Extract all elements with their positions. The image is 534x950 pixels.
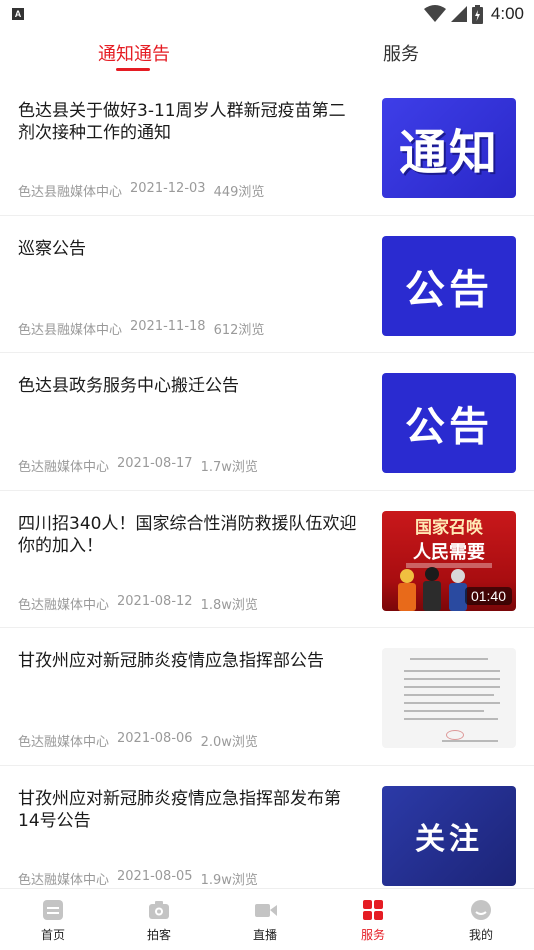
document-line <box>404 686 500 688</box>
video-icon <box>255 904 277 917</box>
news-views: 1.8w浏览 <box>200 597 258 613</box>
thumbnail-text: 关注 <box>415 821 483 857</box>
news-source: 色达融媒体中心 <box>18 735 110 750</box>
news-source: 色达县融媒体中心 <box>18 322 123 338</box>
news-source: 色达融媒体中心 <box>18 460 110 475</box>
news-item[interactable]: 色达县关于做好3-11周岁人群新冠疫苗第二剂次接种工作的通知 色达县融媒体中心 … <box>0 78 534 216</box>
news-meta: 色达融媒体中心 2021-08-06 2.0w浏览 <box>18 731 258 750</box>
notification-badge-icon: A <box>12 8 24 20</box>
news-date: 2021-08-17 <box>117 456 193 471</box>
document-line <box>404 710 484 712</box>
news-views: 1.9w浏览 <box>200 872 258 888</box>
news-meta: 色达县融媒体中心 2021-12-03 449浏览 <box>18 181 264 200</box>
news-source: 色达县融媒体中心 <box>18 185 123 200</box>
document-line <box>404 678 500 680</box>
top-tabs: 通知通告 服务 <box>0 30 534 78</box>
news-views: 612浏览 <box>213 322 265 338</box>
news-source: 色达融媒体中心 <box>18 597 110 613</box>
document-line <box>404 670 500 672</box>
news-meta: 色达县融媒体中心 2021-11-18 612浏览 <box>18 319 264 338</box>
wifi-icon <box>423 5 446 22</box>
news-source: 色达融媒体中心 <box>18 872 110 888</box>
news-meta: 色达融媒体中心 2021-08-17 1.7w浏览 <box>18 456 258 475</box>
nav-label: 我的 <box>468 928 493 942</box>
document-line <box>404 694 494 696</box>
nav-label: 拍客 <box>146 928 171 942</box>
status-bar: A 4:00 <box>0 0 534 30</box>
tab-active-indicator <box>116 68 150 71</box>
news-item[interactable]: 甘孜州应对新冠肺炎疫情应急指挥部发布第14号公告 色达融媒体中心 2021-08… <box>0 766 534 903</box>
news-title: 四川招340人！国家综合性消防救援队伍欢迎你的加入！ <box>18 513 357 556</box>
nav-profile[interactable]: 我的 <box>428 889 534 950</box>
thumbnail-text: 公告 <box>405 266 493 313</box>
document-thumbnail[interactable] <box>382 648 516 748</box>
nav-live[interactable]: 直播 <box>212 889 318 950</box>
thumbnail-subtitle: 人民需要 <box>413 541 485 563</box>
news-views: 2.0w浏览 <box>200 735 258 750</box>
grid-icon <box>363 900 383 920</box>
video-thumbnail[interactable]: 国家召唤 人民需要 01:40 <box>382 510 516 611</box>
battery-icon <box>471 4 483 24</box>
camera-icon <box>149 901 169 919</box>
news-title: 巡察公告 <box>18 238 86 259</box>
news-views: 449浏览 <box>213 185 265 200</box>
nav-home[interactable]: 首页 <box>0 889 106 950</box>
news-item[interactable]: 甘孜州应对新冠肺炎疫情应急指挥部公告 色达融媒体中心 2021-08-06 2.… <box>0 628 534 766</box>
tab-service[interactable]: 服务 <box>383 40 419 66</box>
news-meta: 色达融媒体中心 2021-08-12 1.8w浏览 <box>18 594 258 613</box>
news-thumbnail[interactable]: 通知 <box>382 98 516 198</box>
tab-notices[interactable]: 通知通告 <box>98 40 170 66</box>
news-title: 甘孜州应对新冠肺炎疫情应急指挥部公告 <box>18 651 324 671</box>
profile-icon <box>471 900 491 920</box>
nav-label: 服务 <box>360 928 385 942</box>
news-date: 2021-08-12 <box>117 593 193 609</box>
clock-time: 4:00 <box>490 4 524 23</box>
nav-label: 首页 <box>40 928 65 942</box>
news-thumbnail[interactable]: 公告 <box>382 235 516 336</box>
news-thumbnail[interactable]: 公告 <box>382 373 516 473</box>
thumbnail-title: 国家召唤 <box>415 517 483 538</box>
document-line <box>410 658 488 660</box>
thumbnail-text: 公告 <box>405 404 493 450</box>
news-date: 2021-12-03 <box>130 181 206 196</box>
nav-service[interactable]: 服务 <box>320 889 426 950</box>
nav-label: 直播 <box>252 928 277 942</box>
news-date: 2021-08-06 <box>117 731 193 746</box>
news-item[interactable]: 色达县政务服务中心搬迁公告 色达融媒体中心 2021-08-17 1.7w浏览 … <box>0 353 534 491</box>
news-meta: 色达融媒体中心 2021-08-05 1.9w浏览 <box>18 869 258 888</box>
news-title: 色达县政务服务中心搬迁公告 <box>18 376 239 396</box>
news-item[interactable]: 巡察公告 色达县融媒体中心 2021-11-18 612浏览 公告 <box>0 216 534 353</box>
news-list: 色达县关于做好3-11周岁人群新冠疫苗第二剂次接种工作的通知 色达县融媒体中心 … <box>0 78 534 903</box>
news-date: 2021-11-18 <box>130 318 206 334</box>
news-date: 2021-08-05 <box>117 868 193 884</box>
news-title: 色达县关于做好3-11周岁人群新冠疫苗第二剂次接种工作的通知 <box>18 101 346 143</box>
news-item[interactable]: 四川招340人！国家综合性消防救援队伍欢迎你的加入！ 色达融媒体中心 2021-… <box>0 491 534 628</box>
thumbnail-text: 通知 <box>398 125 499 181</box>
signal-icon <box>450 6 467 22</box>
document-stamp <box>446 730 464 740</box>
document-line <box>404 718 498 720</box>
document-line <box>442 740 498 742</box>
status-indicators: 4:00 <box>423 3 524 25</box>
news-views: 1.7w浏览 <box>200 460 258 475</box>
news-title: 甘孜州应对新冠肺炎疫情应急指挥部发布第14号公告 <box>18 788 341 831</box>
news-thumbnail[interactable]: 关注 <box>382 785 516 886</box>
video-duration: 01:40 <box>464 586 512 605</box>
nav-paike[interactable]: 拍客 <box>106 889 212 950</box>
bottom-nav: 首页 拍客 直播 服务 我的 <box>0 888 534 950</box>
document-line <box>404 702 500 704</box>
home-icon <box>43 900 63 920</box>
